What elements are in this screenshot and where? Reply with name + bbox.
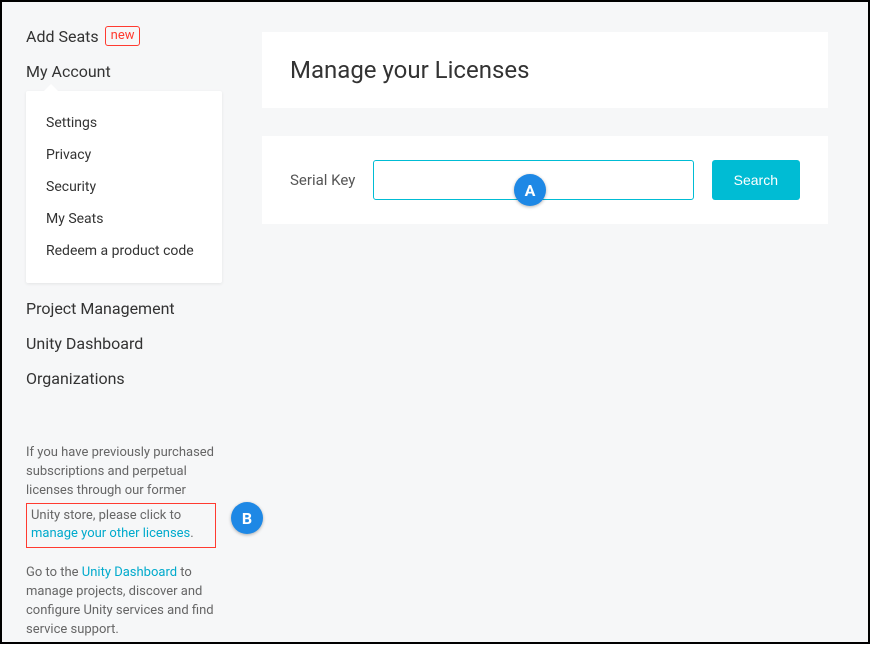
manage-other-licenses-link[interactable]: manage your other licenses — [31, 526, 190, 541]
sidebar: Add Seats new My Account Settings Privac… — [2, 2, 232, 642]
new-badge: new — [105, 26, 141, 46]
title-card: Manage your Licenses — [262, 32, 828, 108]
unity-dashboard-link[interactable]: Unity Dashboard — [82, 565, 177, 580]
submenu-item-my-seats[interactable]: My Seats — [36, 203, 212, 235]
sidebar-item-organizations[interactable]: Organizations — [26, 369, 222, 388]
sidebar-item-label: My Account — [26, 62, 111, 81]
footnote-other-licenses: If you have previously purchased subscri… — [26, 444, 216, 548]
submenu-item-security[interactable]: Security — [36, 171, 212, 203]
footnote-dashboard: Go to the Unity Dashboard to manage proj… — [26, 564, 216, 639]
sidebar-item-add-seats[interactable]: Add Seats new — [26, 26, 222, 46]
footnote-text: Go to the — [26, 565, 82, 580]
sidebar-item-project-management[interactable]: Project Management — [26, 299, 222, 318]
callout-marker-a: A — [514, 174, 546, 206]
footnote-text: If you have previously purchased subscri… — [26, 445, 214, 498]
submenu-item-settings[interactable]: Settings — [36, 107, 212, 139]
submenu-item-redeem[interactable]: Redeem a product code — [36, 235, 212, 267]
highlight-box: Unity store, please click to manage your… — [26, 503, 216, 549]
sidebar-item-label: Unity Dashboard — [26, 334, 143, 353]
sidebar-item-unity-dashboard[interactable]: Unity Dashboard — [26, 334, 222, 353]
sidebar-item-my-account[interactable]: My Account — [26, 62, 222, 81]
sidebar-item-label: Add Seats — [26, 27, 99, 46]
sidebar-item-label: Project Management — [26, 299, 175, 318]
sidebar-footer: If you have previously purchased subscri… — [26, 404, 222, 656]
my-account-submenu: Settings Privacy Security My Seats Redee… — [26, 91, 222, 283]
page-title: Manage your Licenses — [290, 56, 800, 84]
submenu-item-privacy[interactable]: Privacy — [36, 139, 212, 171]
search-card: Serial Key Search — [262, 136, 828, 224]
footnote-text: . — [190, 526, 193, 541]
sidebar-item-label: Organizations — [26, 369, 125, 388]
search-button[interactable]: Search — [712, 160, 800, 200]
main-content: Manage your Licenses Serial Key Search — [232, 2, 868, 642]
serial-key-label: Serial Key — [290, 171, 355, 189]
callout-marker-b: B — [231, 502, 263, 534]
footnote-text: Unity store, please click to — [31, 508, 181, 523]
